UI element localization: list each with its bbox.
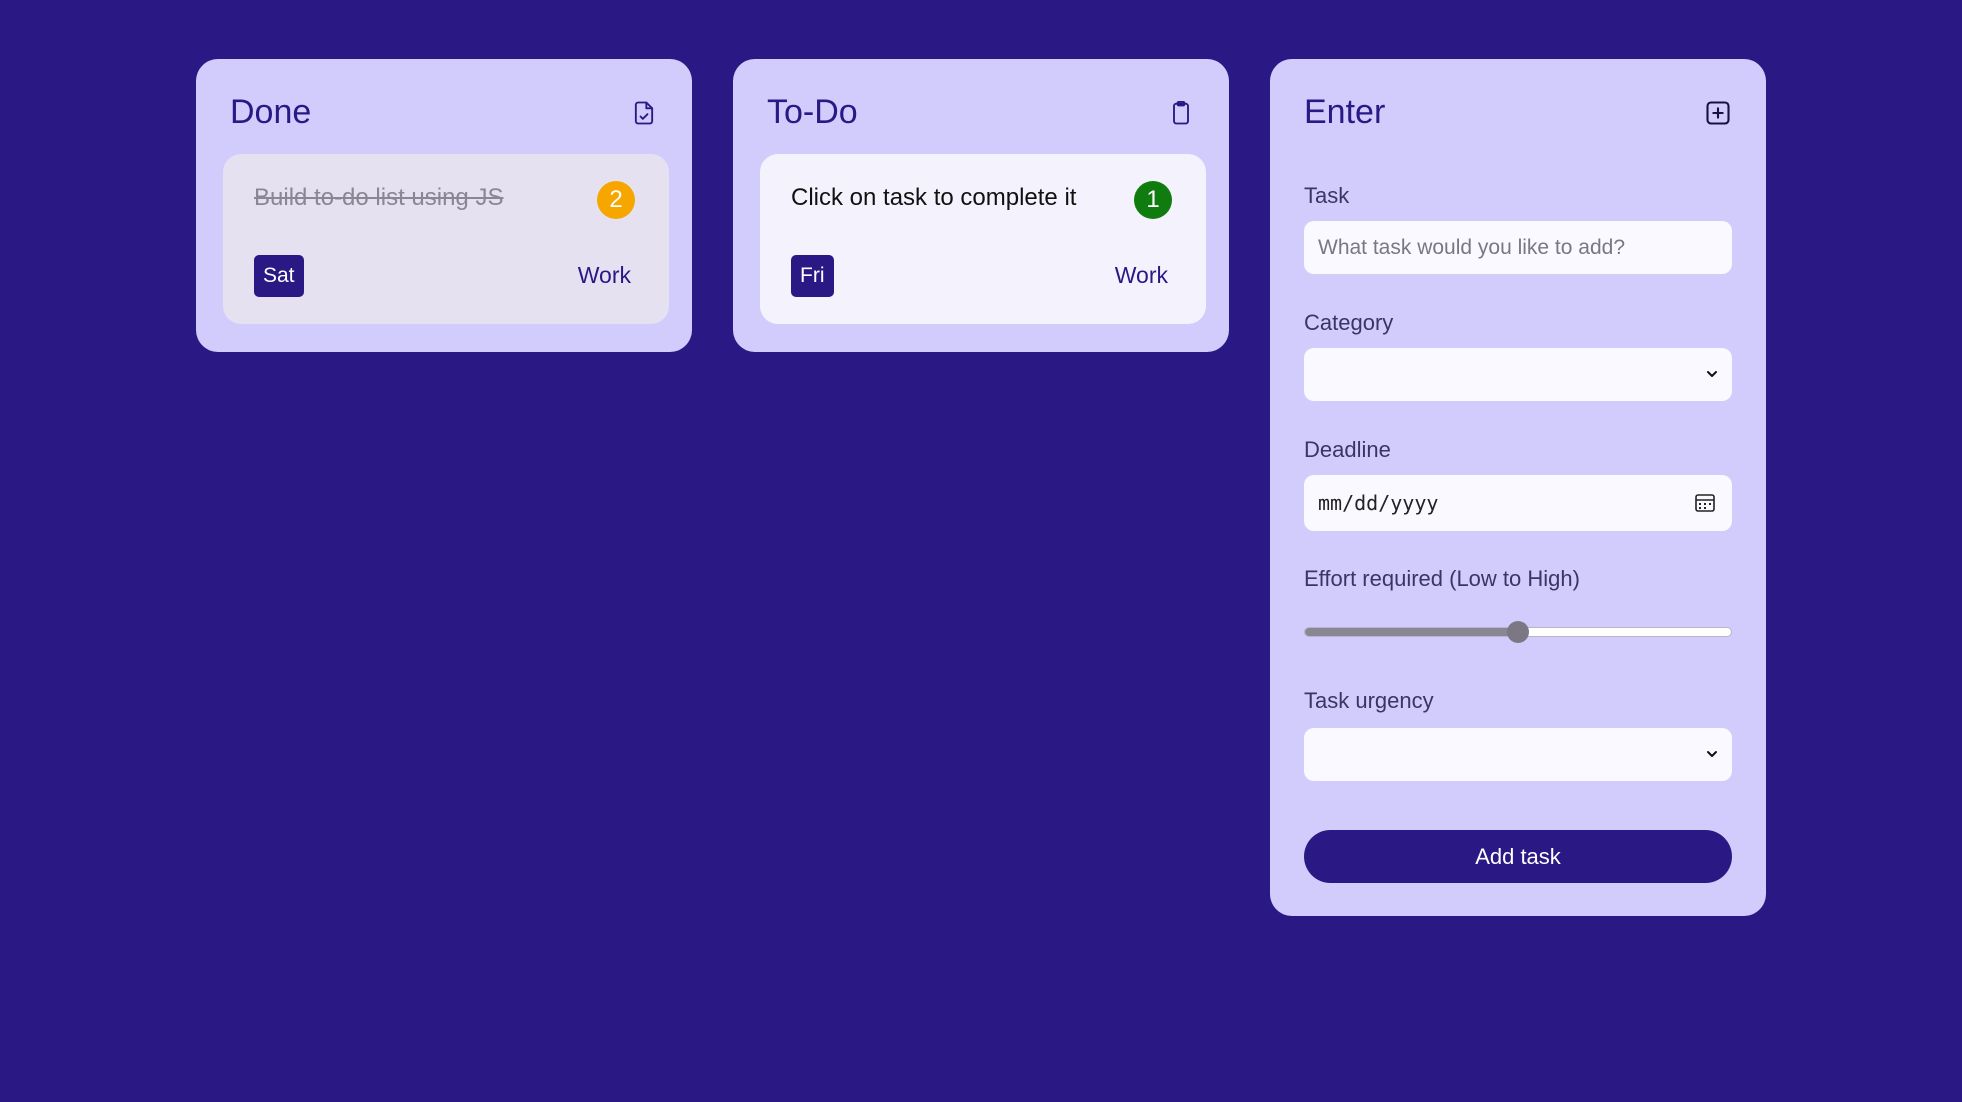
task-category: Work <box>1114 262 1168 288</box>
done-panel-title: Done <box>230 93 312 131</box>
enter-panel: Enter Task Category Deadline mm/dd/yyyy … <box>1270 59 1766 916</box>
effort-label: Effort required (Low to High) <box>1304 566 1580 591</box>
urgency-label: Task urgency <box>1304 688 1434 713</box>
clipboard-icon <box>1167 99 1195 127</box>
calendar-icon[interactable] <box>1694 492 1716 514</box>
task-text: Build to-do list using JS <box>254 184 504 211</box>
todo-panel: To-Do Click on task to complete it 1 Fri… <box>733 59 1229 352</box>
todo-task-card[interactable]: Click on task to complete it 1 Fri Work <box>760 154 1206 324</box>
done-task-card[interactable]: Build to-do list using JS 2 Sat Work <box>223 154 669 324</box>
deadline-input[interactable]: mm/dd/yyyy <box>1304 475 1732 531</box>
file-check-icon <box>630 99 658 127</box>
plus-square-icon <box>1704 99 1732 127</box>
effort-slider-fill <box>1305 628 1518 636</box>
task-input[interactable] <box>1304 221 1732 274</box>
add-task-button[interactable]: Add task <box>1304 830 1732 883</box>
chevron-down-icon <box>1707 751 1717 757</box>
priority-badge: 1 <box>1134 181 1172 219</box>
effort-slider[interactable] <box>1304 621 1732 643</box>
task-category: Work <box>577 262 631 288</box>
day-badge: Fri <box>791 255 834 297</box>
task-label: Task <box>1304 183 1350 208</box>
urgency-select[interactable] <box>1304 728 1732 781</box>
task-text: Click on task to complete it <box>791 184 1077 211</box>
chevron-down-icon <box>1707 371 1717 377</box>
priority-badge: 2 <box>597 181 635 219</box>
category-label: Category <box>1304 310 1394 335</box>
deadline-placeholder: mm/dd/yyyy <box>1318 491 1439 515</box>
deadline-label: Deadline <box>1304 437 1391 462</box>
category-select[interactable] <box>1304 348 1732 401</box>
done-panel: Done Build to-do list using JS 2 Sat Wor… <box>196 59 692 352</box>
enter-panel-title: Enter <box>1304 93 1386 131</box>
todo-panel-title: To-Do <box>767 93 858 131</box>
day-badge: Sat <box>254 255 304 297</box>
effort-slider-thumb[interactable] <box>1507 621 1529 643</box>
